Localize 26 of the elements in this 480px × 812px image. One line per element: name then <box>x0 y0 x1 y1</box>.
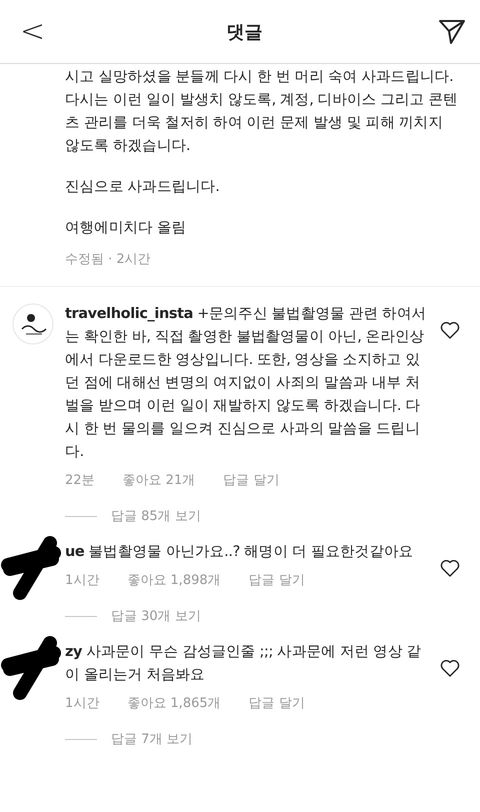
view-replies-link[interactable]: 답글 85개 보기 <box>111 507 201 525</box>
comment-text: travelholic_insta +문의주신 불법촬영물 관련 하여서는 확인한 바, 직접 촬영한 불법촬영물이 아닌, 온라인상에서 다운로드한 영상입니다. 또한, 영상을 소지하고 있던 점에 대해선 변명의 여지없이 사죄의 말씀과 내부 처벌을 받으며 이런 일이 재발하지 않도록 하겠습니다. 다시 한 번 물의를 일으켜 진심으로 사과의 말씀을 드립니다. <box>65 305 428 462</box>
reply-link[interactable]: 답글 달기 <box>248 571 305 589</box>
view-replies-link[interactable]: 답글 30개 보기 <box>111 607 201 625</box>
reply-link[interactable]: 답글 달기 <box>248 694 305 712</box>
comment-time: 1시간 <box>65 695 100 712</box>
likes-count[interactable]: 좋아요 1,865개 <box>127 694 221 712</box>
caption-text: 진심으로 사과드립니다. <box>65 178 220 197</box>
caption-text: 여행에미치다 올림 <box>65 219 188 238</box>
reply-link[interactable]: 답글 달기 <box>223 471 280 489</box>
logo-avatar-icon[interactable] <box>12 303 54 345</box>
comment-text: zy 사과문이 무슨 감성글인줄 ;;; 사과문에 저런 영상 같이 올리는거 처음봐요 <box>65 643 422 685</box>
back-button[interactable]: < <box>14 14 52 49</box>
edited-time: 수정됨 · 2시간 <box>65 251 151 268</box>
send-icon[interactable] <box>438 18 466 44</box>
comment-time: 1시간 <box>65 572 100 589</box>
page-title: 댓글 <box>226 20 263 44</box>
view-replies-link[interactable]: 답글 7개 보기 <box>111 730 193 748</box>
heart-icon[interactable] <box>440 559 460 577</box>
heart-icon[interactable] <box>440 659 460 677</box>
comment-text: ue 불법촬영물 아닌가요..? 해명이 더 필요한것같아요 <box>65 543 414 562</box>
heart-icon[interactable] <box>440 321 460 339</box>
likes-count[interactable]: 좋아요 21개 <box>122 471 196 489</box>
comment-time: 22분 <box>65 472 95 489</box>
likes-count[interactable]: 좋아요 1,898개 <box>127 571 221 589</box>
caption-text: 시고 실망하셨을 분들께 다시 한 번 머리 숙여 사과드립니다. 다시는 이런 일이 발생치 않도록, 계정, 디바이스 그리고 콘텐츠 관리를 더욱 철저히 하여 이런 문제 발생 및 피해 끼치지 않도록 하겠습니다. <box>65 68 458 156</box>
